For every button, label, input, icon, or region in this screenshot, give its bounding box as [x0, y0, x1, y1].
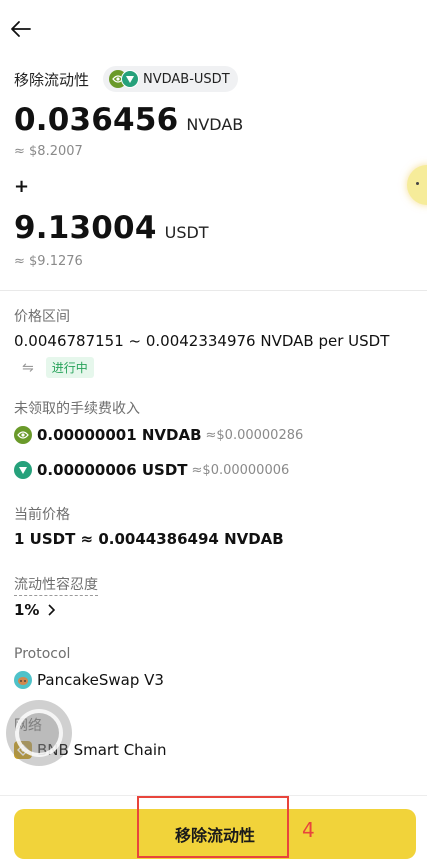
nvdab-coin-icon [14, 426, 32, 444]
protocol-label: Protocol [14, 646, 71, 662]
fee-usd: ≈$0.00000286 [205, 427, 304, 443]
token-b-unit: USDT [164, 223, 209, 242]
slippage-selector[interactable]: 1% [14, 601, 56, 619]
fee-amount: 0.00000006 USDT [37, 461, 188, 479]
token-b-amount-row: 9.13004 USDT [14, 208, 209, 248]
pair-badge: NVDAB-USDT [103, 66, 238, 92]
annotation-step-number: 4 [302, 818, 315, 842]
page-title: 移除流动性 [14, 70, 90, 89]
pair-coins [109, 70, 140, 88]
annotation-highlight-box [137, 796, 289, 858]
section-divider [0, 290, 427, 291]
current-price-label: 当前价格 [14, 507, 70, 523]
current-price-value: 1 USDT ≈ 0.0044386494 NVDAB [14, 530, 284, 548]
usdt-coin-icon [121, 70, 140, 88]
pancakeswap-icon [14, 671, 32, 689]
protocol-value-row: PancakeSwap V3 [14, 671, 164, 689]
usdt-coin-icon [14, 461, 32, 479]
assistive-touch-ring [15, 709, 63, 757]
status-badge: 进行中 [45, 357, 94, 378]
floating-mascot-icon[interactable] [407, 165, 427, 205]
assistive-touch-button[interactable] [6, 700, 72, 766]
plus-sign: + [14, 176, 30, 197]
protocol-value: PancakeSwap V3 [37, 671, 164, 689]
token-a-amount-row: 0.036456 NVDAB [14, 100, 243, 140]
token-a-amount: 0.036456 [14, 102, 179, 138]
fee-usd: ≈$0.00000006 [191, 462, 290, 478]
fee-amount: 0.00000001 NVDAB [37, 426, 202, 444]
token-a-usd: ≈ $8.2007 [14, 144, 83, 159]
fee-row-usdt: 0.00000006 USDT ≈$0.00000006 [14, 460, 289, 480]
slippage-label[interactable]: 流动性容忍度 [14, 574, 98, 596]
fee-row-nvdab: 0.00000001 NVDAB ≈$0.00000286 [14, 425, 303, 445]
unclaimed-fees-label: 未领取的手续费收入 [14, 401, 140, 417]
token-b-usd: ≈ $9.1276 [14, 254, 83, 269]
chevron-right-icon [48, 604, 56, 616]
arrow-left-icon[interactable] [10, 18, 32, 40]
title-row: 移除流动性 NVDAB-USDT [14, 66, 238, 92]
range-status-row: ⇋ 进行中 [14, 357, 94, 378]
token-a-unit: NVDAB [186, 115, 244, 134]
mascot-eye [416, 182, 419, 185]
price-range-label: 价格区间 [14, 309, 70, 325]
swap-direction-icon[interactable]: ⇋ [22, 360, 34, 376]
slippage-value: 1% [14, 601, 40, 619]
pair-label: NVDAB-USDT [143, 71, 230, 87]
token-b-amount: 9.13004 [14, 210, 157, 246]
price-range-value: 0.0046787151 ~ 0.0042334976 NVDAB per US… [14, 332, 390, 350]
